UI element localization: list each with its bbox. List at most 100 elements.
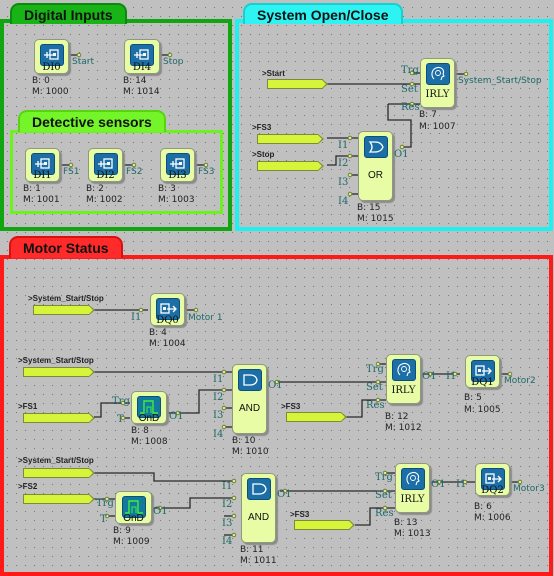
block-memory: M: 1013 bbox=[394, 529, 431, 539]
block-memory: M: 1011 bbox=[240, 556, 277, 566]
block-memory: M: 1014 bbox=[123, 87, 160, 97]
block-memory: M: 1012 bbox=[385, 423, 422, 433]
block-number: B: 4 bbox=[149, 328, 167, 338]
relay-head-icon bbox=[400, 468, 425, 490]
block-name: DI2 bbox=[96, 170, 115, 181]
block-name: IRLY bbox=[425, 89, 450, 100]
pin-o1: O1 bbox=[422, 371, 437, 382]
tag-label: >FS3 bbox=[290, 510, 310, 519]
output-label: FS1 bbox=[63, 167, 80, 177]
block-number: B: 0 bbox=[32, 76, 50, 86]
relay-head-icon bbox=[391, 359, 416, 381]
tag-label: >FS3 bbox=[281, 402, 301, 411]
pin-i2: I2 bbox=[222, 499, 233, 510]
block-number: B: 6 bbox=[474, 502, 492, 512]
pin-o1: O1 bbox=[431, 479, 446, 490]
block-or-15[interactable]: OR bbox=[358, 131, 393, 201]
pin-set: Set bbox=[366, 382, 383, 393]
block-number: B: 3 bbox=[158, 184, 176, 194]
pin-res: Res bbox=[375, 508, 394, 519]
block-number: B: 14 bbox=[123, 76, 147, 86]
pin-i1: I1 bbox=[446, 371, 457, 382]
block-di1[interactable]: DI1 bbox=[25, 148, 60, 182]
tag-fs3[interactable] bbox=[294, 520, 355, 530]
pin-i1: I1 bbox=[456, 479, 467, 490]
tag-label: >FS3 bbox=[252, 123, 272, 132]
block-memory: M: 1009 bbox=[113, 537, 150, 547]
pin-i2: I2 bbox=[338, 158, 349, 169]
tag-label: >System_Start/Stop bbox=[18, 356, 94, 365]
block-irly-12[interactable]: IRLY bbox=[386, 354, 421, 404]
block-name: OnD bbox=[138, 413, 160, 424]
block-memory: M: 1007 bbox=[419, 122, 456, 132]
block-ond-9[interactable]: OnD bbox=[115, 491, 152, 524]
output-label: FS2 bbox=[126, 167, 143, 177]
block-memory: M: 1003 bbox=[158, 195, 195, 205]
tag-system-start-stop[interactable] bbox=[33, 305, 95, 315]
block-number: B: 10 bbox=[232, 436, 256, 446]
output-label: Motor 1 bbox=[188, 313, 223, 323]
tag-fs1[interactable] bbox=[23, 413, 95, 423]
pin-i4: I4 bbox=[338, 196, 349, 207]
block-name: IRLY bbox=[400, 494, 425, 505]
pin-i4: I4 bbox=[222, 536, 233, 547]
block-name: OnD bbox=[123, 513, 144, 524]
tag-fs3[interactable] bbox=[257, 134, 324, 144]
block-ond-8[interactable]: OnD bbox=[131, 391, 167, 424]
tag-label: >System_Start/Stop bbox=[18, 456, 94, 465]
block-number: B: 5 bbox=[464, 393, 482, 403]
pin-o1: O1 bbox=[268, 380, 283, 391]
output-label: Motor3 bbox=[513, 484, 545, 494]
output-label: System_Start/Stop bbox=[458, 76, 542, 86]
pin-o1: O1 bbox=[394, 149, 409, 160]
block-dq2[interactable]: DQ2 bbox=[475, 463, 510, 496]
and-gate-icon bbox=[246, 478, 271, 500]
block-irly-7[interactable]: IRLY bbox=[420, 58, 455, 108]
block-name: DI4 bbox=[132, 62, 152, 73]
pin-i1: I1 bbox=[338, 140, 349, 151]
tag-start[interactable] bbox=[267, 79, 328, 89]
tag-label: >FS1 bbox=[18, 402, 38, 411]
block-name: IRLY bbox=[391, 385, 416, 396]
relay-head-icon bbox=[425, 63, 450, 85]
block-name: DI0 bbox=[42, 62, 61, 73]
pin-i4: I4 bbox=[213, 429, 224, 440]
output-label: Start bbox=[72, 57, 94, 67]
block-di3[interactable]: DI3 bbox=[160, 148, 195, 182]
tag-stop[interactable] bbox=[257, 161, 324, 171]
block-dq0[interactable]: DQ0 bbox=[150, 293, 185, 326]
block-name: DI3 bbox=[168, 170, 187, 181]
tag-fs2[interactable] bbox=[23, 494, 95, 504]
pin-trg: Trg bbox=[375, 472, 393, 483]
block-name: AND bbox=[238, 403, 261, 414]
block-name: DQ1 bbox=[471, 377, 494, 388]
block-number: B: 2 bbox=[86, 184, 104, 194]
block-number: B: 11 bbox=[240, 545, 264, 555]
pin-trg: Trg bbox=[112, 396, 130, 407]
tag-system-start-stop[interactable] bbox=[23, 468, 95, 478]
tag-system-start-stop[interactable] bbox=[23, 367, 95, 377]
block-name: DI1 bbox=[33, 170, 52, 181]
block-irly-13[interactable]: IRLY bbox=[395, 463, 430, 513]
block-memory: M: 1008 bbox=[131, 437, 168, 447]
block-name: AND bbox=[247, 512, 270, 523]
block-di0[interactable]: DI0 bbox=[34, 39, 69, 74]
block-and-10[interactable]: AND bbox=[232, 364, 267, 434]
pin-o1: O1 bbox=[153, 506, 168, 517]
block-di4[interactable]: DI4 bbox=[124, 39, 160, 74]
block-number: B: 9 bbox=[113, 526, 131, 536]
pin-set: Set bbox=[401, 84, 418, 95]
pin-i1: I1 bbox=[131, 312, 142, 323]
tag-label: >FS2 bbox=[18, 482, 38, 491]
or-gate-icon bbox=[363, 136, 388, 158]
pin-res: Res bbox=[401, 102, 420, 113]
block-and-11[interactable]: AND bbox=[241, 473, 276, 543]
block-di2[interactable]: DI2 bbox=[88, 148, 123, 182]
block-name: DQ2 bbox=[481, 485, 504, 496]
pin-res: Res bbox=[366, 400, 385, 411]
pin-i2: I2 bbox=[213, 392, 224, 403]
pin-set: Set bbox=[375, 490, 392, 501]
block-dq1[interactable]: DQ1 bbox=[465, 355, 500, 388]
tag-fs3[interactable] bbox=[286, 412, 347, 422]
block-memory: M: 1004 bbox=[149, 339, 186, 349]
